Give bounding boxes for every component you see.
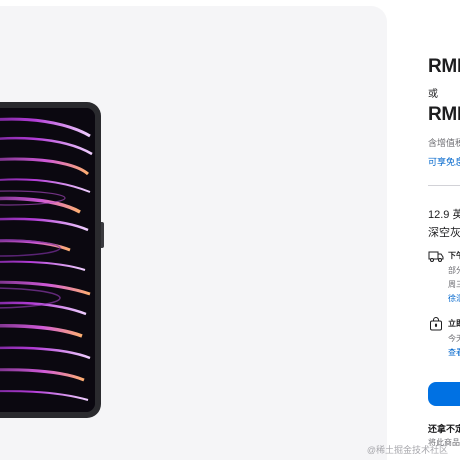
- selected-model: 12.9 英: [428, 209, 460, 221]
- store-bag-icon: [430, 317, 442, 331]
- installment-offer-link[interactable]: 可享免息: [428, 155, 460, 168]
- price-monthly: RMB: [428, 104, 460, 125]
- pickup-title: 立即: [448, 319, 460, 328]
- purchase-panel: RMB 或 RMB 含增值税 可享免息 12.9 英 深空灰 下午 部分 周三 …: [428, 0, 460, 460]
- price-full: RMB: [428, 56, 460, 77]
- pickup-line-1: 今天: [448, 334, 460, 343]
- delivery-line-1: 部分: [448, 266, 460, 275]
- watermark: @稀土掘金技术社区: [366, 445, 448, 455]
- or-separator: 或: [428, 89, 438, 100]
- add-to-bag-button[interactable]: [428, 382, 460, 406]
- delivery-truck-icon: [428, 251, 444, 262]
- pickup-store-link[interactable]: 查看: [448, 347, 460, 358]
- wallpaper-swirl-graphic: [0, 108, 95, 412]
- ipad-product-image: [0, 102, 104, 418]
- ipad-screen: [0, 108, 95, 412]
- delivery-title: 下午: [448, 251, 460, 260]
- selected-color: 深空灰: [428, 227, 460, 239]
- product-gallery: [0, 6, 387, 460]
- delivery-line-2: 周三: [448, 280, 460, 289]
- tax-note: 含增值税: [428, 138, 460, 148]
- ipad-side-edge: [101, 222, 104, 248]
- divider: [428, 185, 460, 186]
- delivery-location-link[interactable]: 徐汇: [448, 293, 460, 304]
- still-deciding-heading: 还拿不定: [428, 424, 460, 434]
